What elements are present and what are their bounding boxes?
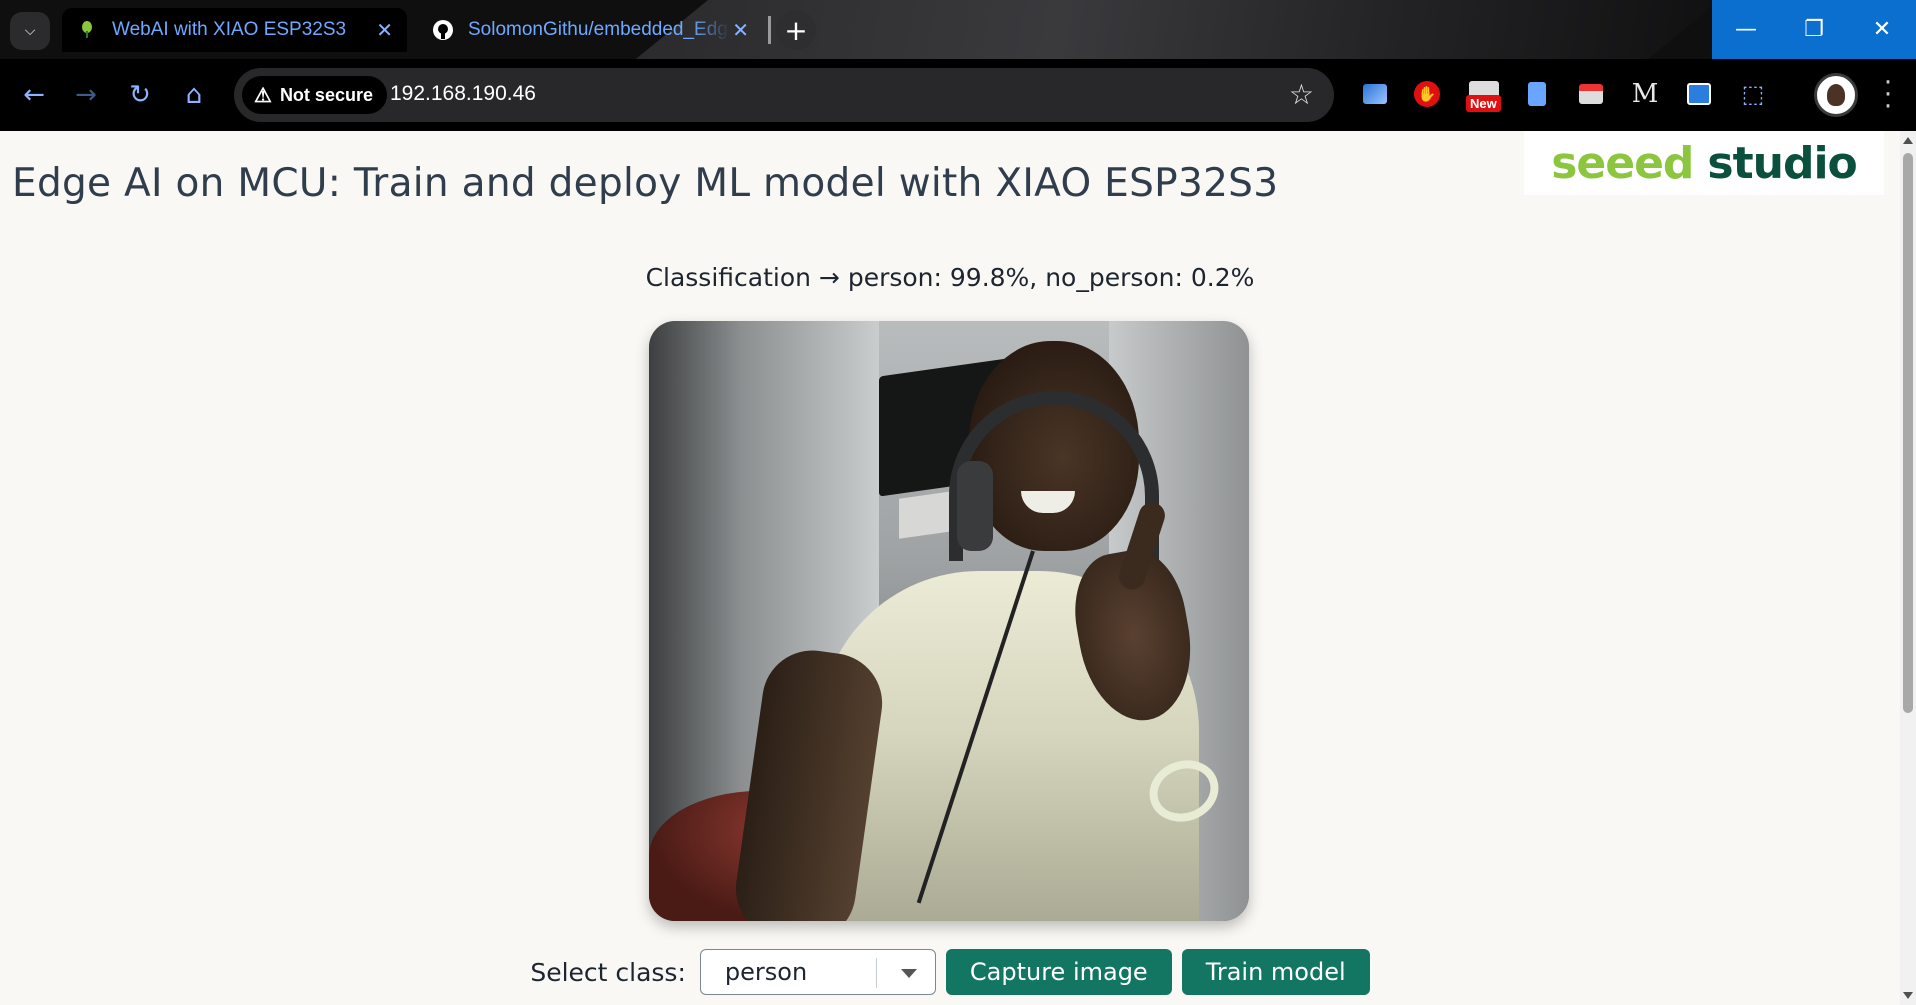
menu-dots-icon[interactable]: · · · [1876,70,1900,120]
browser-toolbar: ← → ↻ ⌂ ⚠ Not secure 192.168.190.46 ☆ ✋ … [0,59,1916,131]
extension-translate-icon[interactable] [1360,79,1390,109]
security-indicator[interactable]: ⚠ Not secure [242,76,387,114]
reload-icon: ↻ [129,80,151,110]
select-class-label: Select class: [530,957,686,987]
tab-title: WebAI with XIAO ESP32S3 [112,19,347,40]
home-button[interactable]: ⌂ [174,75,214,115]
restore-button[interactable]: ❐ [1780,0,1848,59]
reload-button[interactable]: ↻ [120,75,160,115]
camera-stream [649,321,1249,921]
url-text[interactable]: 192.168.190.46 [390,82,536,106]
window-controls: — ❐ ✕ [1712,0,1916,59]
extension-adblock-icon[interactable]: ✋ [1412,79,1442,109]
forward-button[interactable]: → [66,75,106,115]
classification-result: Classification → person: 99.8%, no_perso… [645,263,1255,292]
extension-m-icon[interactable]: M [1630,79,1660,109]
new-badge: New [1466,95,1501,112]
leaf-icon [76,19,98,41]
select-divider [875,958,877,988]
plus-icon: + [784,13,808,47]
minimize-icon: — [1735,17,1757,42]
close-icon[interactable]: ✕ [732,18,749,43]
scroll-down-icon[interactable] [1903,992,1913,999]
bookmark-star-icon[interactable]: ☆ [1289,78,1314,111]
extensions-puzzle-icon[interactable]: ⬚ [1738,79,1768,109]
train-model-button[interactable]: Train model [1181,949,1370,995]
extension-docs-icon[interactable] [1522,79,1552,109]
close-window-button[interactable]: ✕ [1848,0,1916,59]
arrow-left-icon: ← [23,80,45,110]
tab-github[interactable]: SolomonGithu/embedded_Edg ✕ [418,8,763,52]
close-icon: ✕ [1872,17,1892,42]
warning-icon: ⚠ [254,84,272,107]
capture-image-button[interactable]: Capture image [945,949,1172,995]
page-viewport: Edge AI on MCU: Train and deploy ML mode… [0,131,1900,1005]
controls-row: Select class: person Capture image Train… [0,949,1900,995]
new-tab-button[interactable]: + [776,10,816,50]
logo-seeed: seeed [1551,137,1694,189]
chevron-down-icon [900,969,917,978]
minimize-button[interactable]: — [1712,0,1780,59]
back-button[interactable]: ← [14,75,54,115]
class-select-value: person [724,958,808,986]
arrow-right-icon: → [75,80,97,110]
close-icon[interactable]: ✕ [376,18,393,43]
tab-title: SolomonGithu/embedded_Edg [468,19,728,40]
scroll-up-icon[interactable] [1903,137,1913,144]
logo-studio: studio [1707,137,1857,189]
tab-webai[interactable]: WebAI with XIAO ESP32S3 ✕ [62,8,407,52]
scrollbar-thumb[interactable] [1903,153,1913,713]
extension-new-icon[interactable]: New [1466,75,1502,112]
tab-strip: ⌵ WebAI with XIAO ESP32S3 ✕ SolomonGithu… [0,0,1916,72]
home-icon: ⌂ [185,80,203,110]
page-scrollbar[interactable] [1900,131,1916,1005]
seeed-studio-logo: seeed studio [1524,131,1884,195]
page-title: Edge AI on MCU: Train and deploy ML mode… [12,161,1279,206]
chevron-down-icon: ⌵ [24,23,36,39]
restore-icon: ❐ [1804,17,1824,42]
github-icon [432,19,454,41]
address-bar[interactable]: ⚠ Not secure 192.168.190.46 ☆ [234,68,1334,122]
profile-avatar[interactable] [1814,73,1858,117]
extension-screenshot-icon[interactable] [1576,79,1606,109]
tab-search-button[interactable]: ⌵ [10,12,50,50]
extension-cast-icon[interactable] [1684,79,1714,109]
security-label: Not secure [279,84,373,105]
tab-separator [768,16,771,44]
class-select[interactable]: person [699,949,936,995]
